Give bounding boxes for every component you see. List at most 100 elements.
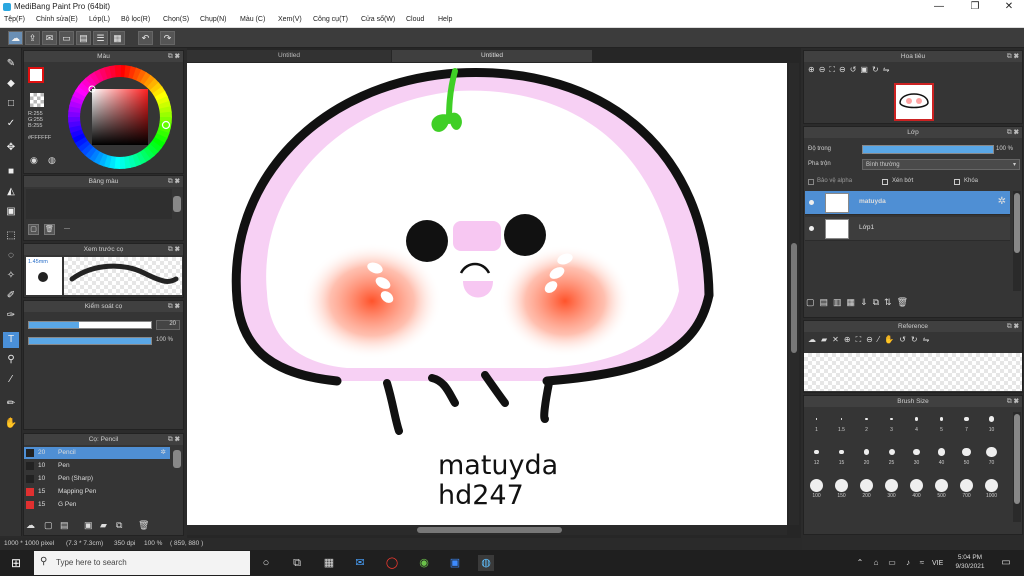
brush-list-item[interactable]: 15 G Pen xyxy=(24,499,170,511)
ref-flip-icon[interactable]: ⇋ xyxy=(923,335,935,344)
menu-tools[interactable]: Công cụ(T) xyxy=(313,16,348,23)
brush-size-option[interactable]: 200 xyxy=(854,474,879,500)
horizontal-scroll-thumb[interactable] xyxy=(417,527,562,533)
panel-controls-icon[interactable]: ⧉ ✖ xyxy=(168,244,180,255)
layers-scroll-thumb[interactable] xyxy=(1014,193,1020,253)
tab-untitled-2[interactable]: Untitled xyxy=(392,50,592,62)
magic-select-icon[interactable]: ✧ xyxy=(3,268,19,284)
close-button[interactable]: ✕ xyxy=(992,0,1024,14)
browser-icon[interactable]: ◉ xyxy=(416,555,432,571)
gear-icon[interactable]: ✲ xyxy=(161,447,166,459)
rotate-right-icon[interactable]: ↻ xyxy=(872,65,883,74)
brush-copy-icon[interactable]: ▣ xyxy=(84,520,93,531)
fit-screen-icon[interactable]: ▣ xyxy=(860,65,872,74)
menu-window[interactable]: Cửa sổ(W) xyxy=(361,16,395,23)
brush-size-option[interactable]: 30 xyxy=(904,441,929,467)
cloud-brush-icon[interactable]: ☁ xyxy=(26,520,35,531)
upload-icon[interactable]: ⇪ xyxy=(25,31,40,45)
menu-help[interactable]: Help xyxy=(438,16,452,23)
menu-edit[interactable]: Chỉnh sửa(E) xyxy=(36,16,78,23)
menu-file[interactable]: Tệp(F) xyxy=(4,16,25,23)
eraser-tool-icon[interactable]: ◆ xyxy=(3,76,19,92)
trash-icon[interactable]: 🗑 xyxy=(44,224,55,235)
transparent-swatch[interactable] xyxy=(30,93,44,107)
mail-icon[interactable]: ✉ xyxy=(352,555,368,571)
ref-rotate-left-icon[interactable]: ↺ xyxy=(899,335,911,344)
brush-trash-icon[interactable]: 🗑 xyxy=(138,520,149,531)
gear-icon[interactable]: ✲ xyxy=(998,196,1006,207)
folder-icon[interactable]: ▰ xyxy=(100,520,107,531)
brush-list-scrollbar[interactable] xyxy=(173,450,181,468)
new-brush-icon[interactable]: ▢ xyxy=(44,520,53,531)
drawing-canvas[interactable]: matuyda hd247 xyxy=(187,63,787,525)
move-tool-icon[interactable]: ✥ xyxy=(3,140,19,156)
ref-fit-icon[interactable]: ⛶ xyxy=(856,335,867,344)
text-tool-icon[interactable]: T xyxy=(3,332,19,348)
panel-controls-icon[interactable]: ⧉ ✖ xyxy=(1007,321,1019,332)
eye-icon[interactable] xyxy=(809,226,814,231)
document-icon[interactable]: ▤ xyxy=(76,31,91,45)
windows-start-icon[interactable]: ⊞ xyxy=(8,555,24,571)
layer-folder-icon[interactable]: ▥ xyxy=(833,297,847,307)
language-indicator[interactable]: VIE xyxy=(932,560,943,567)
brush-size-option[interactable]: 5 xyxy=(929,408,954,434)
pen-icon[interactable]: ✏ xyxy=(3,396,19,412)
blend-mode-select[interactable]: Bình thường ▾ xyxy=(862,159,1020,170)
brush-size-option[interactable]: 1.5 xyxy=(829,408,854,434)
cloud-icon[interactable]: ☁ xyxy=(8,31,23,45)
magic-wand-icon[interactable]: ✓ xyxy=(3,116,19,132)
new-layer-icon[interactable]: ▢ xyxy=(806,297,820,307)
brush-menu-icon[interactable]: ▤ xyxy=(60,520,69,531)
undo-icon[interactable]: ↶ xyxy=(138,31,153,45)
brush-size-slider[interactable] xyxy=(28,321,152,329)
zoom-in-icon[interactable]: ⊕ xyxy=(808,65,819,74)
brush-size-option[interactable]: 2 xyxy=(854,408,879,434)
panel-controls-icon[interactable]: ⧉ ✖ xyxy=(168,176,180,187)
rotate-left-icon[interactable]: ↺ xyxy=(850,65,861,74)
brush-size-option[interactable]: 25 xyxy=(879,441,904,467)
bucket-icon[interactable]: ◭ xyxy=(3,184,19,200)
brush-size-scroll-thumb[interactable] xyxy=(1014,414,1020,504)
brush-size-option[interactable]: 40 xyxy=(929,441,954,467)
brush-size-option[interactable]: 7 xyxy=(954,408,979,434)
notifications-icon[interactable]: ▭ xyxy=(998,555,1014,571)
new-palette-icon[interactable]: ▢ xyxy=(28,224,39,235)
layer-duplicate-icon[interactable]: ⧉ xyxy=(873,297,884,307)
select-dotted-icon[interactable]: ⬚ xyxy=(3,228,19,244)
layer-row[interactable]: matuyda ✲ xyxy=(805,191,1010,215)
hand-tool-icon[interactable]: ✋ xyxy=(3,416,19,432)
color-wheel[interactable] xyxy=(66,63,174,171)
gradient-icon[interactable]: ▣ xyxy=(3,204,19,220)
panel-controls-icon[interactable]: ⧉ ✖ xyxy=(1007,396,1019,407)
chat-icon[interactable]: ▭ xyxy=(59,31,74,45)
brush-size-option[interactable]: 10 xyxy=(979,408,1004,434)
brush-size-option[interactable]: 20 xyxy=(854,441,879,467)
brush-size-option[interactable]: 400 xyxy=(904,474,929,500)
comment-icon[interactable]: ✉ xyxy=(42,31,57,45)
cortana-icon[interactable]: ○ xyxy=(258,555,274,571)
tray-chevron-icon[interactable]: ⌃ xyxy=(852,555,868,571)
menu-cloud[interactable]: Cloud xyxy=(406,16,424,23)
brush-tool-icon[interactable]: ✎ xyxy=(3,56,19,72)
redo-icon[interactable]: ↷ xyxy=(160,31,175,45)
grid-icon[interactable]: ▦ xyxy=(110,31,125,45)
layer-row[interactable]: Lớp1 xyxy=(805,217,1010,241)
brush-opacity-slider[interactable] xyxy=(28,337,152,345)
layer-menu-icon[interactable]: ▦ xyxy=(847,297,861,307)
brush-size-option[interactable]: 100 xyxy=(804,474,829,500)
palette-icon[interactable]: ◉ xyxy=(30,155,38,166)
brush-size-option[interactable]: 15 xyxy=(829,441,854,467)
palette-scrollbar[interactable] xyxy=(173,196,181,212)
brush-list-item[interactable]: 15 Mapping Pen xyxy=(24,486,170,498)
eye-icon[interactable] xyxy=(809,200,814,205)
layer-copy-icon[interactable]: ▤ xyxy=(820,297,834,307)
minimize-button[interactable]: — xyxy=(922,0,956,14)
wifi-icon[interactable]: ≈ xyxy=(914,555,930,571)
menu-filter[interactable]: Bộ lọc(R) xyxy=(121,16,150,23)
menu-view[interactable]: Xem(V) xyxy=(278,16,302,23)
ref-cloud-icon[interactable]: ☁ xyxy=(808,335,821,344)
opera-icon[interactable]: ◯ xyxy=(384,555,400,571)
merge-icon[interactable]: ⇓ xyxy=(860,297,873,307)
menu-capture[interactable]: Chụp(N) xyxy=(200,16,226,23)
maximize-button[interactable]: ❐ xyxy=(958,0,992,14)
